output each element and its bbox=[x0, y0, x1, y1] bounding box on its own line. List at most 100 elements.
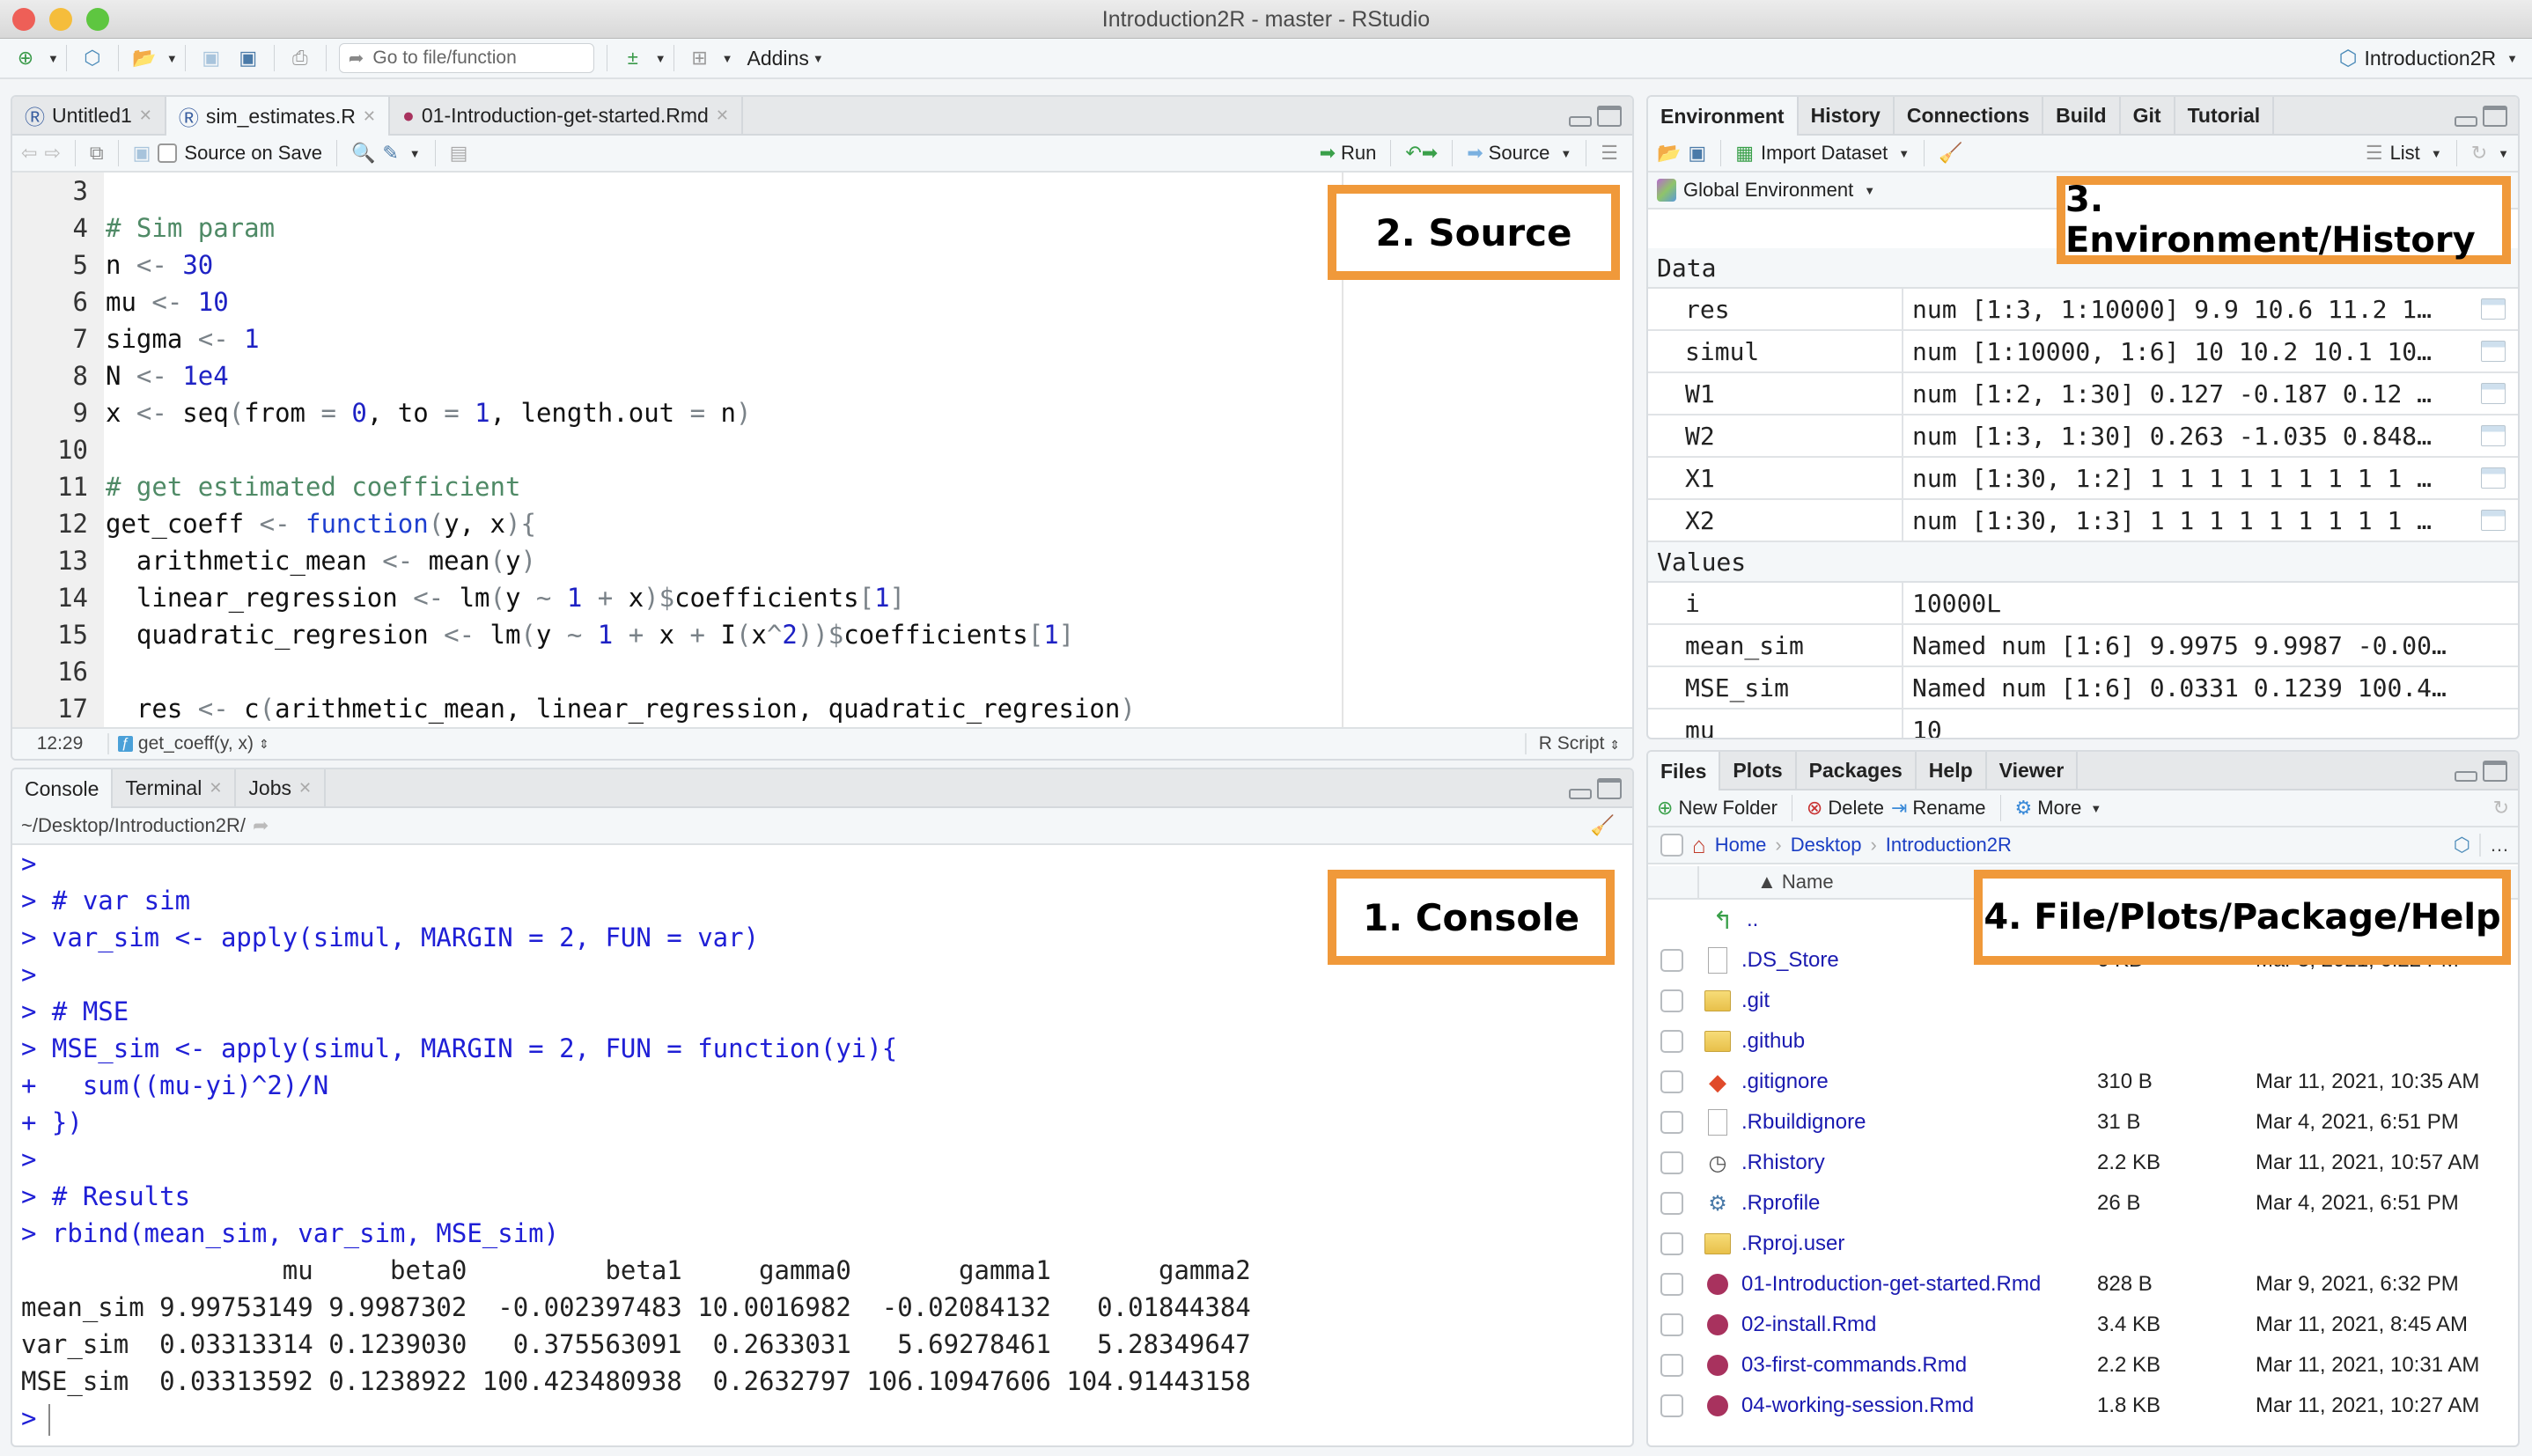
save-icon[interactable]: ▣ bbox=[133, 142, 151, 165]
file-row[interactable]: 02-install.Rmd 3.4 KB Mar 11, 2021, 8:45 A… bbox=[1648, 1305, 2518, 1345]
source-on-save-checkbox[interactable] bbox=[158, 143, 178, 163]
code-line[interactable]: 3 bbox=[12, 173, 106, 210]
view-mode-selector[interactable]: List bbox=[2390, 142, 2420, 165]
new-file-icon[interactable]: ⊕ bbox=[11, 43, 40, 73]
environment-row[interactable]: mean_sim Named num [1:6] 9.9975 9.9987 -0… bbox=[1648, 625, 2518, 667]
file-row[interactable]: ⚙ .Rprofile 26 B Mar 4, 2021, 6:51 PM bbox=[1648, 1183, 2518, 1224]
rename-button[interactable]: ⇥ Rename bbox=[1891, 797, 1986, 820]
breadcrumb-desktop[interactable]: Desktop bbox=[1791, 834, 1862, 857]
view-mode-dropdown[interactable]: ▼ bbox=[2431, 147, 2442, 160]
file-row[interactable]: 04-working-session.Rmd 1.8 KB Mar 11, 2021… bbox=[1648, 1386, 2518, 1426]
tab-terminal[interactable]: Terminal ✕ bbox=[113, 769, 237, 806]
minimize-pane-icon[interactable] bbox=[2455, 771, 2477, 782]
addins-menu[interactable]: Addins bbox=[747, 47, 809, 70]
code-line[interactable]: 17 res <- c(arithmetic_mean, linear_regr… bbox=[12, 690, 1136, 727]
close-tab-icon[interactable]: ✕ bbox=[716, 107, 729, 125]
code-line[interactable]: 7 sigma <- 1 bbox=[12, 320, 260, 357]
file-row[interactable]: 03-first-commands.Rmd 2.2 KB Mar 11, 2021,… bbox=[1648, 1345, 2518, 1386]
run-button[interactable]: ➡ Run bbox=[1320, 142, 1377, 165]
view-data-icon[interactable] bbox=[2481, 341, 2506, 362]
delete-button[interactable]: ⊗ Delete bbox=[1807, 797, 1884, 820]
source-dropdown[interactable]: ▼ bbox=[1560, 147, 1571, 160]
go-to-project-icon[interactable]: ⬡ bbox=[2454, 834, 2470, 857]
environment-row[interactable]: W1 num [1:2, 1:30] 0.127 -0.187 0.12 … bbox=[1648, 373, 2518, 415]
tab-environment[interactable]: Environment bbox=[1648, 97, 1799, 136]
tab-console[interactable]: Console bbox=[12, 769, 114, 808]
refresh-icon[interactable]: ↻ bbox=[2493, 797, 2509, 820]
file-type-selector[interactable]: R Script ⇕ bbox=[1524, 733, 1632, 754]
home-icon[interactable]: ⌂ bbox=[1692, 832, 1706, 859]
function-navigator[interactable]: get_coeff(y, x) bbox=[138, 733, 254, 754]
environment-scope-selector[interactable]: Global Environment bbox=[1683, 179, 1853, 202]
code-line[interactable]: 5 n <- 30 bbox=[12, 246, 214, 283]
version-control-icon[interactable]: ± bbox=[618, 43, 648, 73]
scope-dropdown[interactable]: ▼ bbox=[1864, 184, 1875, 197]
tab-files[interactable]: Files bbox=[1648, 752, 1721, 791]
minimize-pane-icon[interactable] bbox=[1569, 116, 1592, 127]
environment-row[interactable]: MSE_sim Named num [1:6] 0.0331 0.1239 100… bbox=[1648, 667, 2518, 710]
tab-packages[interactable]: Packages bbox=[1797, 752, 1917, 789]
maximize-pane-icon[interactable] bbox=[1597, 778, 1622, 799]
file-row[interactable]: .github bbox=[1648, 1021, 2518, 1062]
tab-git[interactable]: Git bbox=[2121, 97, 2175, 134]
view-data-icon[interactable] bbox=[2481, 383, 2506, 404]
tab-jobs[interactable]: Jobs ✕ bbox=[236, 769, 327, 806]
tab-help[interactable]: Help bbox=[1917, 752, 1987, 789]
select-all-checkbox[interactable] bbox=[1660, 834, 1683, 857]
file-name-link[interactable]: 04-working-session.Rmd bbox=[1741, 1393, 2094, 1418]
view-data-icon[interactable] bbox=[2481, 425, 2506, 446]
file-checkbox[interactable] bbox=[1660, 1192, 1683, 1215]
back-icon[interactable]: ⇦ bbox=[21, 142, 37, 165]
environment-row[interactable]: W2 num [1:3, 1:30] 0.263 -1.035 0.848… bbox=[1648, 415, 2518, 458]
file-checkbox[interactable] bbox=[1660, 949, 1683, 972]
file-checkbox[interactable] bbox=[1660, 1273, 1683, 1296]
file-row[interactable]: .Rproj.user bbox=[1648, 1224, 2518, 1264]
open-file-icon[interactable]: 📂 bbox=[129, 43, 159, 73]
file-row[interactable]: .Rbuildignore 31 B Mar 4, 2021, 6:51 PM bbox=[1648, 1102, 2518, 1143]
breadcrumb-home[interactable]: Home bbox=[1715, 834, 1767, 857]
import-dropdown-icon[interactable]: ▼ bbox=[1898, 147, 1910, 160]
more-path-icon[interactable]: … bbox=[2479, 834, 2509, 857]
code-line[interactable]: 9 x <- seq(from = 0, to = 1, length.out =… bbox=[12, 394, 752, 431]
code-tools-dropdown[interactable]: ▼ bbox=[409, 147, 421, 160]
file-row[interactable]: 01-Introduction-get-started.Rmd 828 B Mar … bbox=[1648, 1264, 2518, 1305]
clear-console-icon[interactable]: 🧹 bbox=[1591, 814, 1615, 837]
file-checkbox[interactable] bbox=[1660, 1394, 1683, 1417]
search-icon[interactable]: 🔍 bbox=[351, 142, 375, 165]
tab-build[interactable]: Build bbox=[2043, 97, 2121, 134]
source-tab-untitled1[interactable]: Ⓡ Untitled1 ✕ bbox=[12, 97, 166, 134]
minimize-pane-icon[interactable] bbox=[2455, 116, 2477, 127]
code-line[interactable]: 8 N <- 1e4 bbox=[12, 357, 229, 394]
document-outline-icon[interactable]: ☰ bbox=[1601, 142, 1618, 165]
file-name-link[interactable]: .Rprofile bbox=[1741, 1191, 2094, 1216]
tab-viewer[interactable]: Viewer bbox=[1987, 752, 2079, 789]
environment-row[interactable]: X1 num [1:30, 1:2] 1 1 1 1 1 1 1 1 1 … bbox=[1648, 458, 2518, 500]
file-name-link[interactable]: .github bbox=[1741, 1029, 2094, 1054]
goto-file-input[interactable]: ➦ Go to file/function bbox=[338, 43, 594, 73]
open-file-dropdown[interactable]: ▼ bbox=[166, 52, 178, 65]
project-menu[interactable]: ⬡ Introduction2R ▼ bbox=[2339, 46, 2518, 71]
file-row[interactable]: .git bbox=[1648, 981, 2518, 1021]
environment-row[interactable]: mu 10 bbox=[1648, 710, 2518, 738]
view-data-icon[interactable] bbox=[2481, 510, 2506, 531]
code-line[interactable]: 10 bbox=[12, 431, 106, 468]
file-checkbox[interactable] bbox=[1660, 1313, 1683, 1336]
close-tab-icon[interactable]: ✕ bbox=[139, 107, 152, 125]
file-row[interactable]: ◆ .gitignore 310 B Mar 11, 2021, 10:35 AM bbox=[1648, 1062, 2518, 1102]
code-line[interactable]: 12 get_coeff <- function(y, x){ bbox=[12, 505, 536, 542]
file-name-link[interactable]: .git bbox=[1741, 989, 2094, 1013]
new-project-icon[interactable]: ⬡ bbox=[77, 43, 107, 73]
file-checkbox[interactable] bbox=[1660, 1354, 1683, 1377]
sort-by-name-header[interactable]: ▲ Name bbox=[1757, 871, 1834, 893]
environment-row[interactable]: simul num [1:10000, 1:6] 10 10.2 10.1 10… bbox=[1648, 331, 2518, 373]
tab-history[interactable]: History bbox=[1799, 97, 1895, 134]
file-name-link[interactable]: .gitignore bbox=[1741, 1070, 2094, 1094]
close-tab-icon[interactable]: ✕ bbox=[363, 107, 376, 126]
file-row[interactable]: ◷ .Rhistory 2.2 KB Mar 11, 2021, 10:57 AM bbox=[1648, 1143, 2518, 1183]
code-line[interactable]: 14 linear_regression <- lm(y ~ 1 + x)$co… bbox=[12, 579, 905, 616]
forward-icon[interactable]: ⇨ bbox=[44, 142, 60, 165]
environment-row[interactable]: X2 num [1:30, 1:3] 1 1 1 1 1 1 1 1 1 … bbox=[1648, 500, 2518, 542]
minimize-pane-icon[interactable] bbox=[1569, 789, 1592, 799]
file-checkbox[interactable] bbox=[1660, 989, 1683, 1012]
environment-row[interactable]: res num [1:3, 1:10000] 9.9 10.6 11.2 1… bbox=[1648, 289, 2518, 331]
